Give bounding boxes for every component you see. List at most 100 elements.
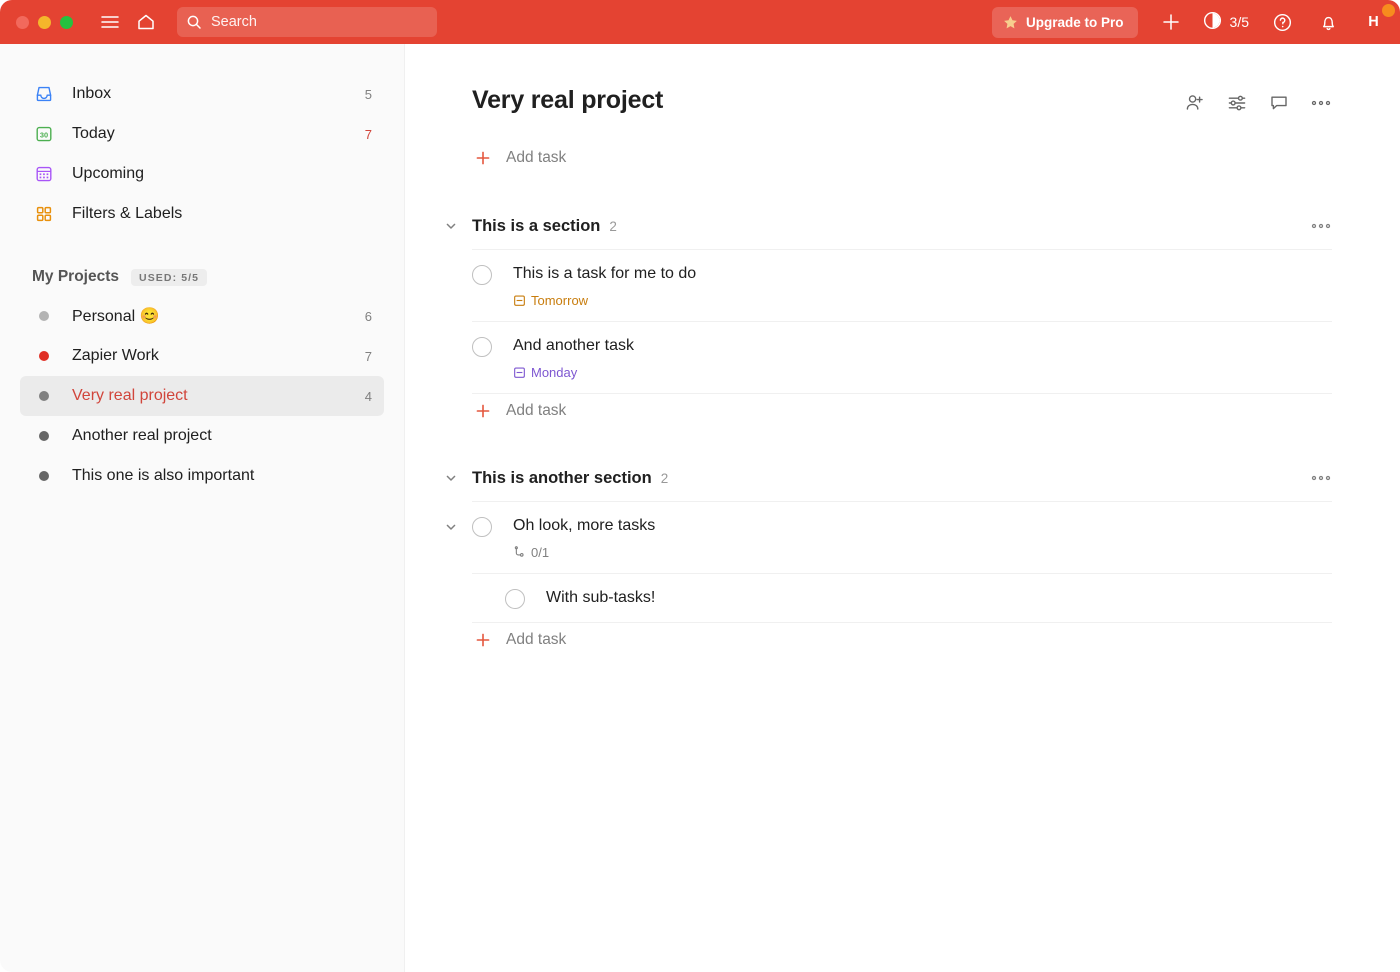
search-icon (186, 14, 202, 30)
comments-icon[interactable] (1268, 92, 1290, 114)
project-color-dot (32, 351, 56, 361)
task-row[interactable]: With sub-tasks! (472, 573, 1332, 622)
project-label: Another real project (72, 427, 212, 444)
sidebar-project-personal[interactable]: Personal 😊 6 (20, 296, 384, 336)
search-input[interactable]: Search (177, 7, 437, 37)
task-section: This is another section 2 Oh look, more … (446, 465, 1332, 656)
sidebar-project-zapier-work[interactable]: Zapier Work 7 (20, 336, 384, 376)
productivity-value: 3/5 (1229, 14, 1249, 30)
titlebar-actions: Upgrade to Pro 3/5 H (992, 3, 1395, 38)
sidebar-item-today[interactable]: 30 Today 7 (20, 114, 384, 154)
task-section: This is a section 2 This is a task for m… (446, 213, 1332, 427)
subtask-icon (513, 546, 526, 559)
task-subtask-count: 0/1 (513, 545, 655, 560)
project-color-dot (32, 431, 56, 441)
inbox-icon (32, 84, 56, 104)
add-task-label: Add task (506, 630, 567, 648)
section-name: This is a section (472, 216, 601, 235)
avatar[interactable]: H (1359, 3, 1395, 37)
upgrade-to-pro-button[interactable]: Upgrade to Pro (992, 6, 1138, 38)
sidebar-item-label: Filters & Labels (72, 205, 183, 222)
view-options-icon[interactable] (1226, 92, 1248, 114)
sidebar-item-label: Upcoming (72, 165, 145, 182)
avatar-initial: H (1368, 14, 1379, 30)
sidebar-project-another-real-project[interactable]: Another real project (20, 416, 384, 456)
task-title: With sub-tasks! (546, 589, 656, 606)
section-header: This is another section 2 (446, 465, 1332, 491)
zoom-window-button[interactable] (60, 15, 73, 29)
chevron-down-icon[interactable] (444, 219, 458, 233)
task-title: And another task (513, 337, 634, 354)
search-placeholder: Search (211, 14, 257, 30)
sidebar-item-label: Today (72, 125, 115, 142)
task-checkbox[interactable] (472, 265, 492, 285)
close-window-button[interactable] (16, 15, 29, 29)
project-color-dot (32, 391, 56, 401)
task-body: This is a task for me to do Tomorrow (513, 264, 696, 308)
task-due-date[interactable]: Tomorrow (513, 293, 696, 308)
task-row[interactable]: Oh look, more tasks 0/1 (446, 501, 1332, 573)
notification-dot (1382, 3, 1395, 17)
plus-icon (472, 150, 494, 166)
project-count: 6 (364, 308, 372, 324)
task-checkbox[interactable] (472, 517, 492, 537)
section-name: This is another section (472, 468, 652, 487)
star-icon (1003, 15, 1018, 30)
project-actions (1184, 86, 1332, 114)
project-label: Zapier Work (72, 347, 159, 364)
home-icon[interactable] (131, 7, 161, 37)
plus-icon (472, 403, 494, 419)
sidebar-project-this-one-is-also-important[interactable]: This one is also important (20, 456, 384, 496)
add-task-button[interactable]: Add task (472, 622, 1332, 656)
task-body: And another task Monday (513, 336, 634, 380)
task-checkbox[interactable] (505, 589, 525, 609)
more-options-icon[interactable] (1310, 99, 1332, 107)
sidebar-item-inbox[interactable]: Inbox 5 (20, 74, 384, 114)
window-controls (16, 15, 73, 29)
page-title: Very real project (472, 86, 664, 114)
section-count: 2 (660, 470, 669, 486)
task-body: Oh look, more tasks 0/1 (513, 516, 655, 560)
sidebar-project-very-real-project[interactable]: Very real project 4 (20, 376, 384, 416)
question-mark-icon[interactable] (1267, 7, 1297, 37)
task-checkbox[interactable] (472, 337, 492, 357)
plus-icon (472, 632, 494, 648)
minimize-window-button[interactable] (38, 15, 51, 29)
section-more-options-icon[interactable] (1310, 222, 1332, 230)
chevron-down-icon[interactable] (444, 471, 458, 485)
task-subtask-label: 0/1 (531, 545, 550, 560)
project-color-dot (32, 311, 56, 321)
task-row[interactable]: And another task Monday (472, 321, 1332, 393)
add-task-top-button[interactable]: Add task (472, 141, 1332, 175)
sidebar-item-filters-labels[interactable]: Filters & Labels (20, 194, 384, 234)
add-task-button[interactable]: Add task (472, 393, 1332, 427)
calendar-icon (513, 366, 526, 379)
productivity-button[interactable]: 3/5 (1202, 10, 1249, 34)
project-header: Very real project (472, 86, 1332, 115)
chevron-down-icon[interactable] (444, 520, 458, 534)
bell-icon[interactable] (1313, 7, 1343, 37)
section-more-options-icon[interactable] (1310, 474, 1332, 482)
task-due-label: Monday (531, 365, 578, 380)
plus-icon[interactable] (1156, 7, 1186, 37)
task-row[interactable]: This is a task for me to do Tomorrow (472, 249, 1332, 321)
calendar-icon (513, 294, 526, 307)
app-window: Search Upgrade to Pro 3/5 H Inbox 5 30 T… (0, 0, 1400, 972)
upgrade-label: Upgrade to Pro (1026, 14, 1124, 30)
add-person-icon[interactable] (1184, 92, 1206, 114)
add-task-label: Add task (506, 401, 567, 419)
hamburger-icon[interactable] (95, 7, 125, 37)
sidebar-item-upcoming[interactable]: Upcoming (20, 154, 384, 194)
section-header: This is a section 2 (446, 213, 1332, 239)
productivity-icon (1202, 10, 1223, 34)
project-count: 7 (364, 348, 372, 364)
titlebar: Search Upgrade to Pro 3/5 H (0, 0, 1400, 44)
my-projects-header[interactable]: My Projects USED: 5/5 (20, 262, 384, 292)
sidebar-item-label: Inbox (72, 85, 112, 102)
filters-icon (32, 204, 56, 224)
task-body: With sub-tasks! (546, 588, 655, 608)
task-due-label: Tomorrow (531, 293, 589, 308)
main-content: Very real project Add task This is a sec… (406, 44, 1400, 972)
upcoming-icon (32, 164, 56, 184)
task-due-date[interactable]: Monday (513, 365, 634, 380)
